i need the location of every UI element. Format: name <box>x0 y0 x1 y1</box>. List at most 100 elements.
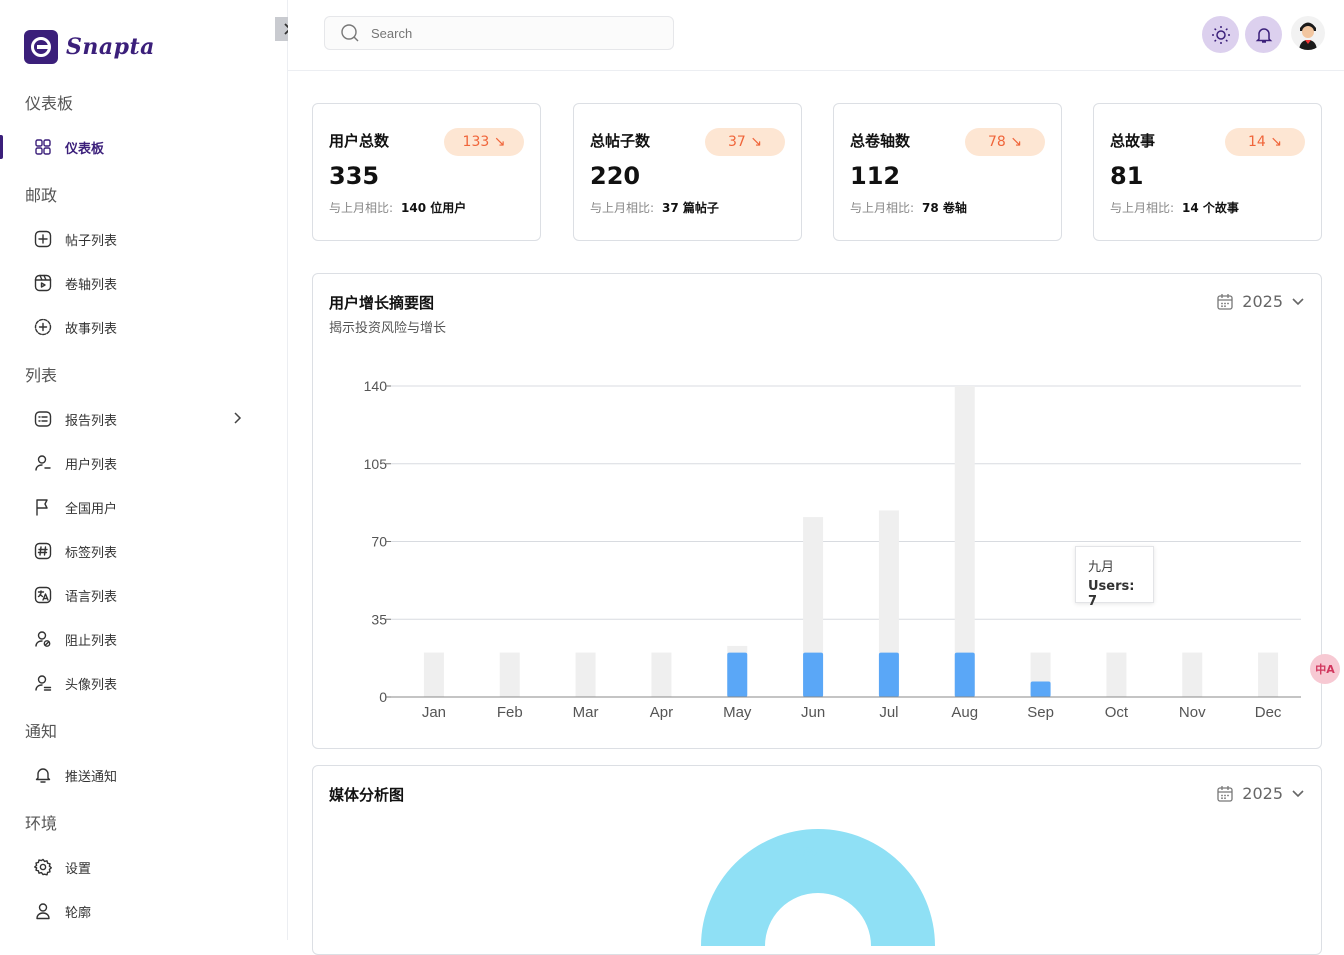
sidebar-item[interactable]: 推送通知 <box>0 759 288 791</box>
sidebar-item-label: 卷轴列表 <box>65 277 118 293</box>
y-tick-label: 70 <box>371 534 387 550</box>
sidebar-item-label: 推送通知 <box>65 769 118 785</box>
sidebar-item[interactable]: 帖子列表 <box>0 223 288 255</box>
x-tick-label: Feb <box>497 704 523 721</box>
sidebar-item-label: 阻止列表 <box>65 633 118 649</box>
stat-card[interactable]: 总故事 14 ↘ 81 与上月相比: 14 个故事 <box>1093 103 1322 241</box>
topbar <box>288 0 1344 71</box>
hashtag-icon <box>33 541 53 561</box>
bar-background <box>423 652 444 697</box>
avatar[interactable] <box>1291 16 1325 50</box>
profile-icon <box>33 901 53 921</box>
notification-button[interactable] <box>1245 16 1282 53</box>
card-compare: 与上月相比: 14 个故事 <box>1110 199 1239 216</box>
x-tick-label: Sep <box>1027 704 1054 721</box>
card-compare: 与上月相比: 140 位用户 <box>329 199 466 216</box>
translate-float-button[interactable]: 中A <box>1310 654 1340 684</box>
search-input[interactable] <box>371 25 651 41</box>
donut-slice <box>701 829 935 946</box>
sidebar-item[interactable]: 头像列表 <box>0 667 288 699</box>
sidebar-section-title: 列表 <box>25 366 58 385</box>
tooltip-month: 九月 <box>1088 560 1115 575</box>
grid-icon <box>33 137 53 157</box>
logo-icon <box>24 30 58 64</box>
sidebar-item[interactable]: 报告列表 <box>0 403 288 435</box>
x-tick-label: Nov <box>1179 704 1206 721</box>
sidebar-item[interactable]: 仪表板 <box>0 131 288 163</box>
user-block-icon <box>33 629 53 649</box>
compare-label: 与上月相比: <box>329 201 394 215</box>
sidebar-item-label: 设置 <box>65 861 92 877</box>
bell-icon <box>1255 27 1272 43</box>
x-tick-label: Oct <box>1105 704 1129 721</box>
sidebar-item-label: 报告列表 <box>65 413 118 429</box>
user-growth-panel: 用户增长摘要图 揭示投资风险与增长 2025 0 35 70 105 140 Jan Feb… <box>312 273 1322 749</box>
bar-background <box>651 652 672 697</box>
sidebar-item[interactable]: 阻止列表 <box>0 623 288 655</box>
card-value: 220 <box>590 162 641 190</box>
brand-name: Snapta <box>66 34 155 60</box>
compare-value: 14 个故事 <box>1182 201 1239 215</box>
growth-bar-chart: 0 35 70 105 140 Jan Feb Mar Apr May Jun Jul Aug Sep Oc… <box>364 378 1301 721</box>
translate-icon <box>33 585 53 605</box>
sidebar-item-label: 语言列表 <box>65 589 118 605</box>
chart-tooltip: 九月 Users: 7 <box>1075 546 1154 609</box>
sidebar-item-label: 全国用户 <box>65 501 118 517</box>
sidebar-section-title: 仪表板 <box>25 94 74 113</box>
stat-card[interactable]: 用户总数 133 ↘ 335 与上月相比: 140 位用户 <box>312 103 541 241</box>
sidebar-item[interactable]: 用户列表 <box>0 447 288 479</box>
card-compare: 与上月相比: 37 篇帖子 <box>590 199 719 216</box>
flag-icon <box>33 497 53 517</box>
sidebar-item[interactable]: 卷轴列表 <box>0 267 288 299</box>
card-value: 81 <box>1110 162 1144 190</box>
trend-badge: 37 ↘ <box>705 128 785 156</box>
x-tick-label: Mar <box>573 704 599 721</box>
card-title: 总卷轴数 <box>850 132 911 150</box>
sidebar-item[interactable]: 标签列表 <box>0 535 288 567</box>
bar-background <box>1106 652 1127 697</box>
sidebar-item[interactable]: 设置 <box>0 851 288 883</box>
stat-card[interactable]: 总帖子数 37 ↘ 220 与上月相比: 37 篇帖子 <box>573 103 802 241</box>
sidebar-item-label: 头像列表 <box>65 677 118 693</box>
bar-background <box>1258 652 1279 697</box>
plus-square-icon <box>33 229 53 249</box>
y-tick-label: 105 <box>364 456 388 472</box>
card-title: 用户总数 <box>329 132 390 150</box>
sidebar-item[interactable]: 语言列表 <box>0 579 288 611</box>
brand-logo[interactable]: Snapta <box>24 30 155 64</box>
bar-background <box>954 386 975 697</box>
sidebar-item-label: 用户列表 <box>65 457 118 473</box>
y-tick-label: 0 <box>379 689 387 705</box>
sidebar-item-label: 故事列表 <box>65 321 118 337</box>
compare-value: 140 位用户 <box>401 201 467 215</box>
theme-toggle-button[interactable] <box>1202 16 1239 53</box>
bar-value <box>878 652 899 697</box>
card-value: 112 <box>850 162 901 190</box>
sidebar-item-label: 帖子列表 <box>65 233 118 249</box>
trend-badge: 14 ↘ <box>1225 128 1305 156</box>
sidebar-section-title: 通知 <box>25 722 58 741</box>
sidebar-item[interactable]: 全国用户 <box>0 491 288 523</box>
card-value: 335 <box>329 162 380 190</box>
gear-icon <box>33 857 53 877</box>
search-icon <box>341 24 359 42</box>
card-title: 总帖子数 <box>590 132 651 150</box>
compare-value: 78 卷轴 <box>922 201 967 215</box>
sidebar-section-title: 环境 <box>25 814 58 833</box>
user-avatar-icon <box>33 673 53 693</box>
sidebar-item-label: 轮廓 <box>65 905 92 921</box>
sidebar-item-label: 仪表板 <box>65 141 105 157</box>
sidebar-item-label: 标签列表 <box>65 545 118 561</box>
compare-label: 与上月相比: <box>1110 201 1175 215</box>
bar-value <box>954 652 975 697</box>
card-compare: 与上月相比: 78 卷轴 <box>850 199 967 216</box>
trend-badge: 133 ↘ <box>444 128 524 156</box>
stat-card[interactable]: 总卷轴数 78 ↘ 112 与上月相比: 78 卷轴 <box>833 103 1062 241</box>
reel-icon <box>33 273 53 293</box>
sidebar-item[interactable]: 故事列表 <box>0 311 288 343</box>
search-box[interactable] <box>324 16 674 50</box>
bar-value <box>1030 681 1051 697</box>
sidebar-item[interactable]: 轮廓 <box>0 895 288 927</box>
x-tick-label: Aug <box>951 704 978 721</box>
media-analysis-panel: 媒体分析图 2025 53% <box>312 765 1322 955</box>
